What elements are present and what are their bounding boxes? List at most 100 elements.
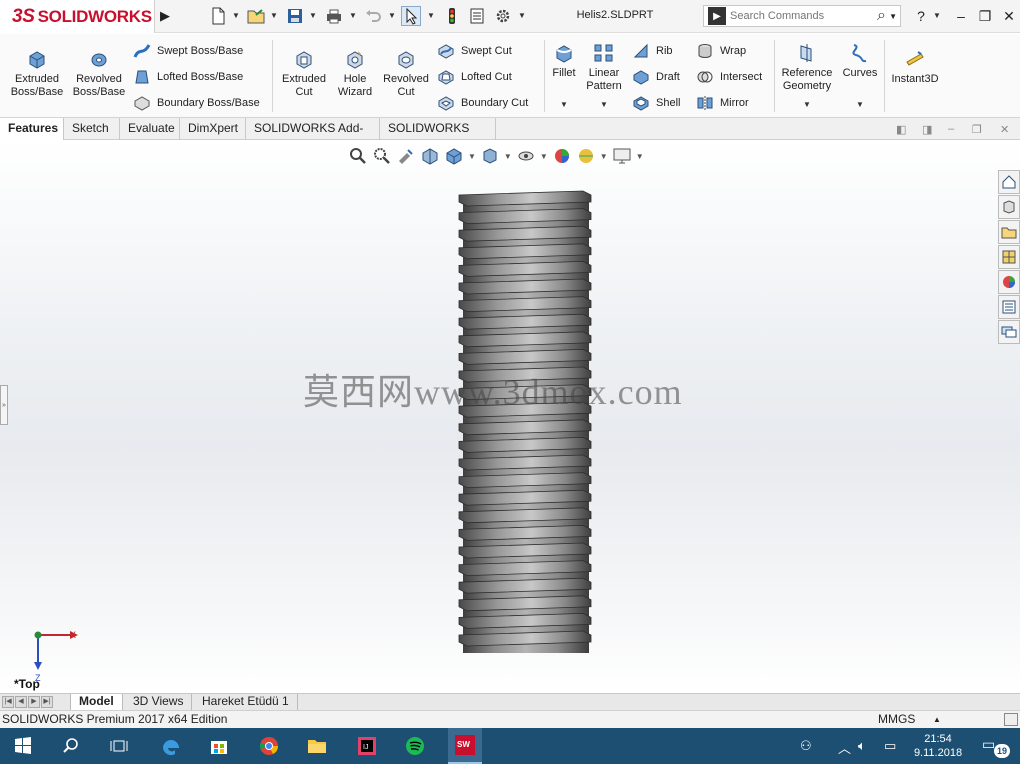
search-commands[interactable]: ▶ ⌕ ▼: [703, 5, 901, 27]
hide-show-dropdown-icon[interactable]: ▼: [540, 152, 548, 161]
new-document-icon[interactable]: [208, 6, 228, 26]
file-properties-icon[interactable]: [467, 6, 487, 26]
tab-solidworks-mbd[interactable]: SOLIDWORKS MBD: [380, 118, 496, 156]
linear-pattern-dropdown-icon[interactable]: ▼: [600, 100, 608, 109]
save-icon[interactable]: [285, 6, 305, 26]
task-pane-appearances-icon[interactable]: [998, 270, 1020, 294]
solidworks-logo[interactable]: 3S SOLIDWORKS: [0, 0, 155, 33]
last-tab-icon[interactable]: ▶|: [41, 696, 53, 708]
mirror-button[interactable]: Mirror: [696, 94, 749, 112]
undo-dropdown-icon[interactable]: ▼: [388, 11, 396, 20]
lofted-cut-button[interactable]: Lofted Cut: [437, 68, 512, 86]
solidworks-taskbar-icon[interactable]: SW: [448, 728, 482, 764]
tab-solidworks-add-ins[interactable]: SOLIDWORKS Add-Ins: [246, 118, 380, 156]
help-dropdown-icon[interactable]: ▼: [933, 11, 941, 20]
rib-button[interactable]: Rib: [632, 42, 673, 60]
shell-button[interactable]: Shell: [632, 94, 680, 112]
display-style-dropdown-icon[interactable]: ▼: [504, 152, 512, 161]
doc-restore-icon[interactable]: ❐: [972, 123, 982, 136]
edge-browser-icon[interactable]: [158, 734, 184, 758]
tab-model[interactable]: Model: [70, 694, 123, 710]
apply-scene-dropdown-icon[interactable]: ▼: [600, 152, 608, 161]
apply-scene-icon[interactable]: [576, 146, 596, 166]
linear-pattern-button[interactable]: Linear Pattern: [582, 42, 626, 93]
view-settings-dropdown-icon[interactable]: ▼: [636, 152, 644, 161]
minimize-button[interactable]: –: [950, 6, 972, 26]
next-tab-icon[interactable]: ▶: [28, 696, 40, 708]
options-dropdown-icon[interactable]: ▼: [518, 11, 526, 20]
volume-icon[interactable]: 🔈︎: [858, 738, 866, 754]
tile-right-icon[interactable]: ◨: [922, 123, 932, 136]
network-icon[interactable]: ▭: [884, 738, 896, 754]
print-icon[interactable]: [324, 6, 344, 26]
view-orientation-dropdown-icon[interactable]: ▼: [468, 152, 476, 161]
tab-evaluate[interactable]: Evaluate: [120, 118, 180, 140]
fillet-dropdown-icon[interactable]: ▼: [560, 100, 568, 109]
section-view-icon[interactable]: [420, 146, 440, 166]
tab-sketch[interactable]: Sketch: [64, 118, 120, 140]
search-taskbar-icon[interactable]: [58, 734, 84, 758]
rebuild-traffic-light-icon[interactable]: [442, 6, 462, 26]
helix-thread-model[interactable]: [445, 187, 605, 663]
tab-motion-study[interactable]: Hareket Etüdü 1: [194, 694, 298, 710]
task-pane-design-library-icon[interactable]: [998, 195, 1020, 219]
curves-button[interactable]: Curves: [840, 42, 880, 80]
windows-start-icon[interactable]: [10, 734, 36, 758]
previous-view-icon[interactable]: [396, 146, 416, 166]
revolved-cut-button[interactable]: Revolved Cut: [380, 48, 432, 99]
tile-left-icon[interactable]: ◧: [896, 123, 906, 136]
fillet-button[interactable]: Fillet: [548, 42, 580, 80]
new-dropdown-icon[interactable]: ▼: [232, 11, 240, 20]
close-button[interactable]: ✕: [998, 6, 1020, 26]
curves-dropdown-icon[interactable]: ▼: [856, 100, 864, 109]
help-icon[interactable]: ?: [910, 6, 932, 26]
draft-button[interactable]: Draft: [632, 68, 680, 86]
edit-appearance-icon[interactable]: [552, 146, 572, 166]
view-settings-monitor-icon[interactable]: [612, 146, 632, 166]
doc-close-icon[interactable]: ✕: [1000, 123, 1009, 136]
zoom-to-fit-icon[interactable]: [348, 146, 368, 166]
swept-boss-button[interactable]: Swept Boss/Base: [133, 42, 243, 60]
extruded-cut-button[interactable]: Extruded Cut: [277, 48, 331, 99]
hide-show-items-icon[interactable]: [516, 146, 536, 166]
wrap-button[interactable]: Wrap: [696, 42, 746, 60]
tab-features[interactable]: Features: [0, 118, 64, 140]
doc-minimize-icon[interactable]: –: [948, 123, 954, 135]
first-tab-icon[interactable]: |◀: [2, 696, 14, 708]
task-view-icon[interactable]: [106, 734, 132, 758]
undo-icon[interactable]: [363, 6, 383, 26]
chrome-icon[interactable]: [256, 734, 282, 758]
open-dropdown-icon[interactable]: ▼: [270, 11, 278, 20]
unit-dropdown-icon[interactable]: ▲: [933, 711, 941, 728]
display-style-icon[interactable]: [480, 146, 500, 166]
extruded-boss-button[interactable]: Extruded Boss/Base: [8, 48, 66, 99]
task-pane-custom-properties-icon[interactable]: [998, 295, 1020, 319]
boundary-cut-button[interactable]: Boundary Cut: [437, 94, 528, 112]
tab-dimxpert[interactable]: DimXpert: [180, 118, 246, 140]
menu-expand-icon[interactable]: ▶: [158, 8, 172, 24]
task-pane-home-icon[interactable]: [998, 170, 1020, 194]
intersect-button[interactable]: Intersect: [696, 68, 762, 86]
status-options-icon[interactable]: [1004, 713, 1018, 726]
zoom-to-area-icon[interactable]: [372, 146, 392, 166]
intellij-icon[interactable]: IJ: [354, 734, 380, 758]
hole-wizard-button[interactable]: Hole Wizard: [332, 48, 378, 99]
restore-button[interactable]: ❐: [974, 6, 996, 26]
reference-geometry-dropdown-icon[interactable]: ▼: [803, 100, 811, 109]
feature-manager-expand-handle[interactable]: »: [0, 385, 8, 425]
swept-cut-button[interactable]: Swept Cut: [437, 42, 512, 60]
tab-3d-views[interactable]: 3D Views: [125, 694, 193, 710]
select-dropdown-icon[interactable]: ▼: [427, 11, 435, 20]
search-input[interactable]: [730, 10, 860, 22]
file-explorer-icon[interactable]: [304, 734, 330, 758]
revolved-boss-button[interactable]: Revolved Boss/Base: [70, 48, 128, 99]
search-dropdown-icon[interactable]: ▼: [889, 12, 897, 21]
task-pane-forum-icon[interactable]: [998, 320, 1020, 344]
lofted-boss-button[interactable]: Lofted Boss/Base: [133, 68, 243, 86]
prev-tab-icon[interactable]: ◀: [15, 696, 27, 708]
boundary-boss-button[interactable]: Boundary Boss/Base: [133, 94, 260, 112]
graphics-area[interactable]: ▼ ▼ ▼ ▼ ▼ » 莫西网www.3dmox.com X Z *Top: [0, 140, 1020, 693]
task-pane-file-explorer-icon[interactable]: [998, 220, 1020, 244]
open-folder-icon[interactable]: [246, 6, 266, 26]
reference-geometry-button[interactable]: Reference Geometry: [778, 42, 836, 93]
